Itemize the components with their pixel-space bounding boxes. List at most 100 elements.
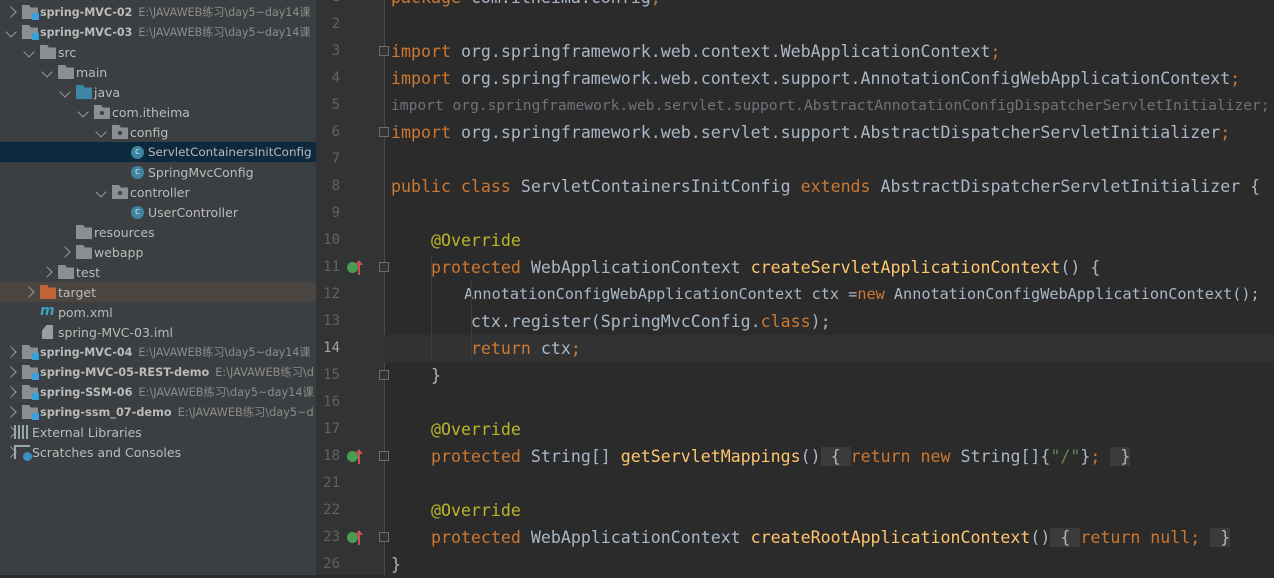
code-line[interactable]: protected WebApplicationContext createSe… <box>391 254 1100 281</box>
code-token: AbstractDispatcherServletInitializer { <box>880 177 1261 196</box>
tree-item-label: SpringMvcConfig <box>148 165 254 180</box>
code-line[interactable]: import org.springframework.web.context.s… <box>391 65 1240 92</box>
code-line[interactable]: package com.itheima.config; <box>391 0 661 11</box>
tree-item-name: Scratches and Consoles <box>32 444 182 460</box>
chevron-right-icon[interactable] <box>41 266 53 278</box>
resources-folder-icon <box>76 225 92 239</box>
line-number: 4 <box>331 70 340 86</box>
code-token: ; <box>1230 69 1241 88</box>
code-token: "/" <box>1050 447 1081 466</box>
line-number: 26 <box>323 556 340 572</box>
code-token: ; <box>651 0 661 7</box>
code-line[interactable]: import org.springframework.web.servlet.s… <box>391 92 1270 119</box>
chevron-down-icon[interactable] <box>41 66 53 78</box>
code-line[interactable]: import org.springframework.web.context.W… <box>391 38 1000 65</box>
tree-item-label: spring-ssm_07-demo E:\JAVAWEB练习\day5~d <box>40 404 314 420</box>
tree-item[interactable]: test <box>0 262 316 282</box>
code-line[interactable]: } <box>391 551 401 578</box>
chevron-down-icon[interactable] <box>95 126 107 138</box>
code-token: String[]{ <box>960 447 1051 466</box>
code-token: () { <box>1060 258 1101 277</box>
code-token: import <box>391 69 461 88</box>
tree-item[interactable]: External Libraries <box>0 422 316 442</box>
folder-icon <box>58 65 74 79</box>
override-arrow-icon[interactable] <box>355 449 363 464</box>
folded-region: } <box>1210 528 1231 547</box>
tree-item[interactable]: c ServletContainersInitConfig <box>0 142 316 162</box>
module-icon-wrap <box>22 345 39 360</box>
tree-item[interactable]: spring-MVC-03 E:\JAVAWEB练习\day5~day14课 <box>0 22 316 42</box>
tree-item[interactable]: webapp <box>0 242 316 262</box>
tree-item-label: target <box>58 285 96 300</box>
chevron-down-icon[interactable] <box>95 186 107 198</box>
chevron-down-icon[interactable] <box>5 26 17 38</box>
code-token: () <box>1030 528 1051 547</box>
code-token: org.springframework.web.servlet.support.… <box>460 123 1221 142</box>
chevron-right-icon[interactable] <box>5 386 17 398</box>
tree-item[interactable]: spring-MVC-05-REST-demo E:\JAVAWEB练习\d <box>0 362 316 382</box>
code-line[interactable]: protected String[] getServletMappings() … <box>391 443 1131 470</box>
tree-item[interactable]: Scratches and Consoles <box>0 442 316 462</box>
override-arrow-icon[interactable] <box>355 260 363 275</box>
tree-item[interactable]: target <box>0 282 316 302</box>
module-icon-wrap <box>22 365 39 380</box>
folded-region: { <box>1050 528 1081 547</box>
code-line[interactable]: public class ServletContainersInitConfig… <box>391 173 1260 200</box>
chevron-right-icon[interactable] <box>5 6 17 18</box>
package-icon <box>94 105 110 119</box>
tree-item[interactable]: src <box>0 42 316 62</box>
tree-item[interactable]: java <box>0 82 316 102</box>
code-line[interactable]: AnnotationConfigWebApplicationContext ct… <box>391 281 1260 308</box>
code-line[interactable]: ctx.register(SpringMvcConfig.class); <box>391 308 831 335</box>
tree-item[interactable]: spring-MVC-02 E:\JAVAWEB练习\day5~day14课 <box>0 2 316 22</box>
tree-item-label: spring-SSM-06 E:\JAVAWEB练习\day5~day14课 <box>40 384 314 400</box>
tree-item[interactable]: spring-MVC-03.iml <box>0 322 316 342</box>
code-line[interactable]: protected WebApplicationContext createRo… <box>391 524 1231 551</box>
chevron-down-icon[interactable] <box>77 106 89 118</box>
code-line[interactable]: return ctx; <box>391 335 581 362</box>
tree-item[interactable]: main <box>0 62 316 82</box>
fold-collapse-icon[interactable] <box>379 127 389 137</box>
chevron-right-icon[interactable] <box>5 366 17 378</box>
chevron-down-icon[interactable] <box>23 46 35 58</box>
tree-item[interactable]: c UserController <box>0 202 316 222</box>
tree-item-name: controller <box>130 184 190 200</box>
code-line[interactable]: @Override <box>391 227 521 254</box>
chevron-right-icon[interactable] <box>23 286 35 298</box>
tree-item-name: SpringMvcConfig <box>148 164 254 180</box>
fold-expand-icon[interactable] <box>379 532 389 542</box>
tree-item[interactable]: spring-MVC-04 E:\JAVAWEB练习\day5~day14课 <box>0 342 316 362</box>
scratches-icon <box>14 445 32 461</box>
module-badge-icon <box>32 33 39 40</box>
code-line[interactable]: } <box>391 362 441 389</box>
chevron-right-icon[interactable] <box>5 346 17 358</box>
line-number: 21 <box>323 475 340 491</box>
maven-icon: m <box>40 303 55 319</box>
code-token: protected <box>430 528 531 547</box>
fold-collapse-icon[interactable] <box>379 46 389 56</box>
code-line[interactable]: @Override <box>391 497 521 524</box>
tree-item-label: spring-MVC-04 E:\JAVAWEB练习\day5~day14课 <box>40 344 311 360</box>
tree-item[interactable]: com.itheima <box>0 102 316 122</box>
tree-item[interactable]: controller <box>0 182 316 202</box>
chevron-right-icon[interactable] <box>5 406 17 418</box>
class-icon: c <box>131 206 144 219</box>
fold-expand-icon[interactable] <box>379 451 389 461</box>
tree-item[interactable]: config <box>0 122 316 142</box>
tree-item-name: target <box>58 284 97 300</box>
tree-item[interactable]: spring-ssm_07-demo E:\JAVAWEB练习\day5~d <box>0 402 316 422</box>
tree-item-label: External Libraries <box>32 425 142 440</box>
override-arrow-icon[interactable] <box>355 530 363 545</box>
chevron-down-icon[interactable] <box>59 86 71 98</box>
code-line[interactable]: import org.springframework.web.servlet.s… <box>391 119 1230 146</box>
tree-item[interactable]: spring-SSM-06 E:\JAVAWEB练习\day5~day14课 <box>0 382 316 402</box>
tree-item[interactable]: m pom.xml <box>0 302 316 322</box>
tree-item-name: resources <box>94 224 155 240</box>
tree-item[interactable]: c SpringMvcConfig <box>0 162 316 182</box>
chevron-right-icon[interactable] <box>59 246 71 258</box>
code-line[interactable]: @Override <box>391 416 521 443</box>
fold-collapse-icon[interactable] <box>379 262 389 272</box>
tree-item-name: config <box>130 124 169 140</box>
tree-item[interactable]: resources <box>0 222 316 242</box>
fold-collapse-icon[interactable] <box>379 370 389 380</box>
